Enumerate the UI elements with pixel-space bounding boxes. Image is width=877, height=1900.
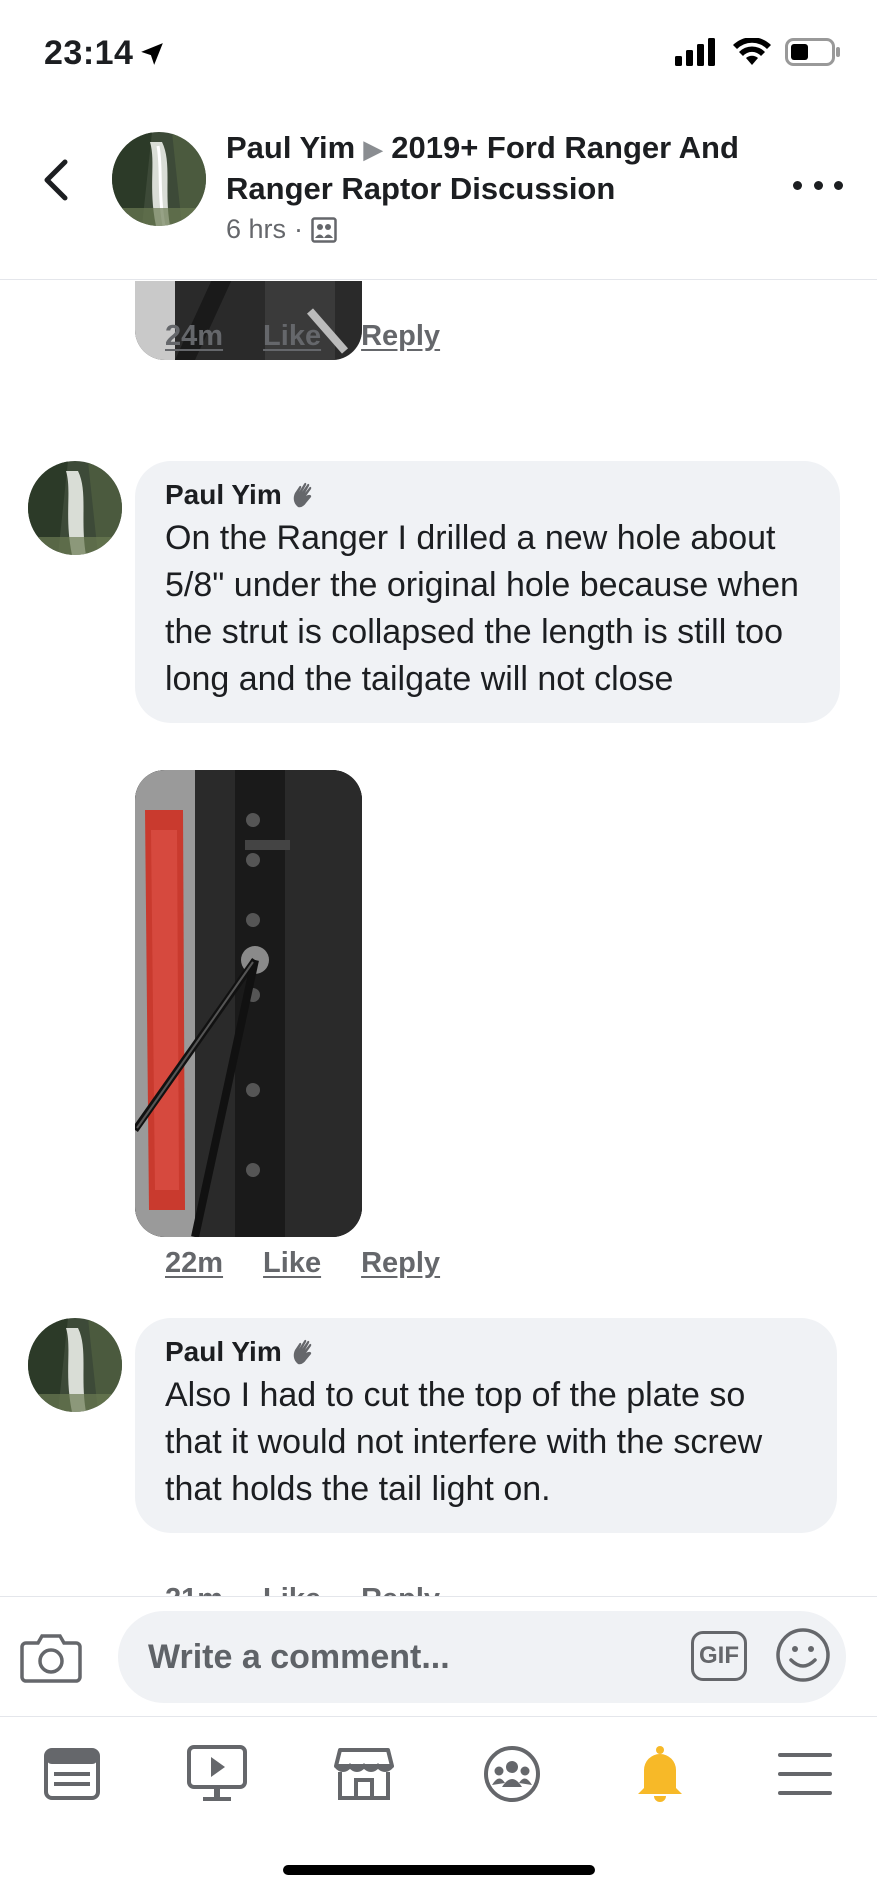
comment-time[interactable]: 24m [165,320,223,353]
comment-actions: 21m Like Reply [165,1583,440,1596]
comment-author-name[interactable]: Paul Yim [165,479,282,511]
post-author-name[interactable]: Paul Yim [226,130,355,165]
back-button[interactable] [30,150,80,210]
commenter-avatar[interactable] [28,1318,122,1412]
comment-time[interactable]: 21m [165,1583,223,1596]
notification-bell-icon [638,1746,682,1802]
waving-hand-icon [293,1339,311,1365]
comments-list[interactable]: 24m Like Reply Paul Yim On the Ranger I … [0,281,877,1596]
comment-photo[interactable] [135,770,362,1237]
comment-author: Paul Yim [165,479,812,511]
like-button[interactable]: Like [263,320,321,353]
waving-hand-icon [293,482,311,508]
comment-bubble[interactable]: Paul Yim On the Ranger I drilled a new h… [135,461,840,723]
nav-news-feed[interactable] [37,1739,107,1809]
comment-actions: 22m Like Reply [165,1247,440,1280]
location-arrow-icon [141,42,164,65]
news-feed-icon [44,1748,100,1800]
reply-button[interactable]: Reply [361,320,440,353]
battery-icon [785,38,840,66]
marketplace-shop-icon [334,1748,394,1800]
meta-separator: · [294,214,304,244]
reply-button[interactable]: Reply [361,1583,440,1596]
comment-input-placeholder: Write a comment... [148,1637,450,1676]
nav-notifications[interactable] [625,1739,695,1809]
comment-author-name[interactable]: Paul Yim [165,1336,282,1368]
waterfall-avatar-image [28,461,122,555]
nav-groups[interactable] [477,1739,547,1809]
tailgate-strut-photo-image [135,770,362,1237]
nav-menu[interactable] [770,1739,840,1809]
waterfall-avatar-image [28,1318,122,1412]
post-title: Paul Yim ▶ 2019+ Ford Ranger And Ranger Ra… [226,128,786,209]
reply-button[interactable]: Reply [361,1247,440,1280]
comment-actions: 24m Like Reply [165,320,440,353]
more-options-button[interactable] [793,170,843,200]
comment-text: On the Ranger I drilled a new hole about… [165,519,799,698]
more-dot [793,180,802,190]
groups-icon [484,1746,540,1802]
comment-composer: Write a comment... GIF [0,1596,877,1716]
hamburger-menu-icon [778,1753,832,1795]
camera-icon [20,1634,82,1683]
commenter-avatar[interactable] [28,461,122,555]
gif-button[interactable]: GIF [691,1631,747,1681]
home-indicator[interactable] [283,1865,595,1875]
like-button[interactable]: Like [263,1583,321,1596]
cellular-signal-icon [675,38,715,66]
author-avatar[interactable] [112,132,206,226]
watch-video-icon [187,1745,247,1801]
camera-button[interactable] [20,1631,82,1683]
nav-watch[interactable] [182,1739,252,1809]
chevron-left-icon [44,159,68,201]
waterfall-avatar-image [112,132,206,226]
comment-text: Also I had to cut the top of the plate s… [165,1376,763,1508]
status-time: 23:14 [44,34,165,73]
wifi-icon [733,38,771,65]
comment-author: Paul Yim [165,1336,809,1368]
more-dot [834,180,843,190]
post-meta: 6 hrs · [226,214,337,245]
emoji-button[interactable] [775,1627,831,1683]
more-dot [813,180,823,190]
post-header: Paul Yim ▶ 2019+ Ford Ranger And Ranger Ra… [0,110,877,280]
status-indicators [675,38,841,66]
post-time[interactable]: 6 hrs [226,214,286,245]
nav-marketplace[interactable] [329,1739,399,1809]
comment-time[interactable]: 22m [165,1247,223,1280]
triangle-right-icon: ▶ [363,134,384,164]
comment-bubble[interactable]: Paul Yim Also I had to cut the top of th… [135,1318,837,1533]
smiley-icon [776,1628,830,1682]
like-button[interactable]: Like [263,1247,321,1280]
group-audience-icon [311,216,337,243]
status-time-text: 23:14 [44,34,134,72]
status-bar: 23:14 [0,0,877,110]
